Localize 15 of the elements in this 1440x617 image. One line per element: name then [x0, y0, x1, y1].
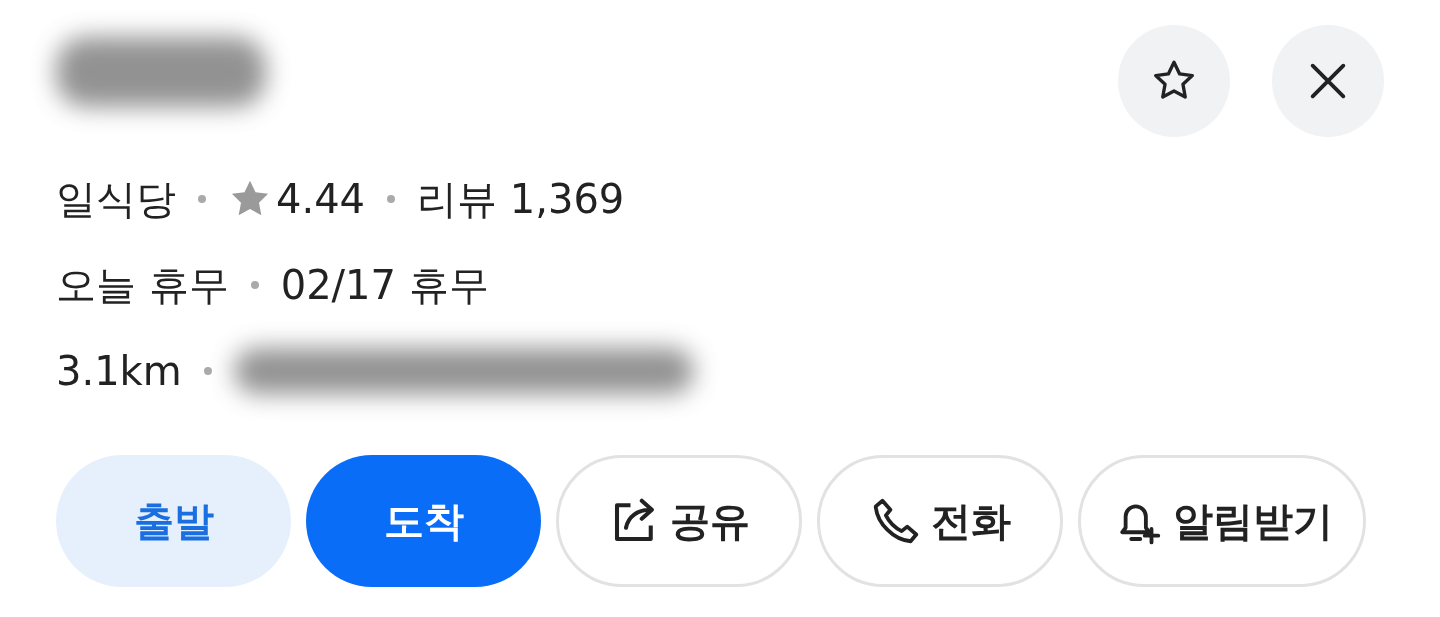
- info-text: 02/17 휴무: [280, 260, 489, 310]
- share-button[interactable]: 공유: [556, 455, 802, 587]
- call-button[interactable]: 전화: [817, 455, 1063, 587]
- separator-dot: [203, 367, 212, 375]
- arrive-button[interactable]: 도착: [306, 455, 541, 587]
- depart-button[interactable]: 출발: [56, 455, 291, 587]
- info-text: 3.1km: [56, 348, 182, 394]
- info-text: 리뷰 1,369: [417, 174, 625, 224]
- notify-button[interactable]: 알림받기: [1078, 455, 1366, 587]
- rating-value: 4.44: [276, 176, 366, 222]
- info-text: 오늘 휴무: [56, 260, 229, 310]
- separator-dot: [250, 281, 259, 289]
- info-text: 일식당: [56, 174, 176, 224]
- separator-dot: [198, 195, 206, 203]
- separator-dot: [387, 195, 396, 203]
